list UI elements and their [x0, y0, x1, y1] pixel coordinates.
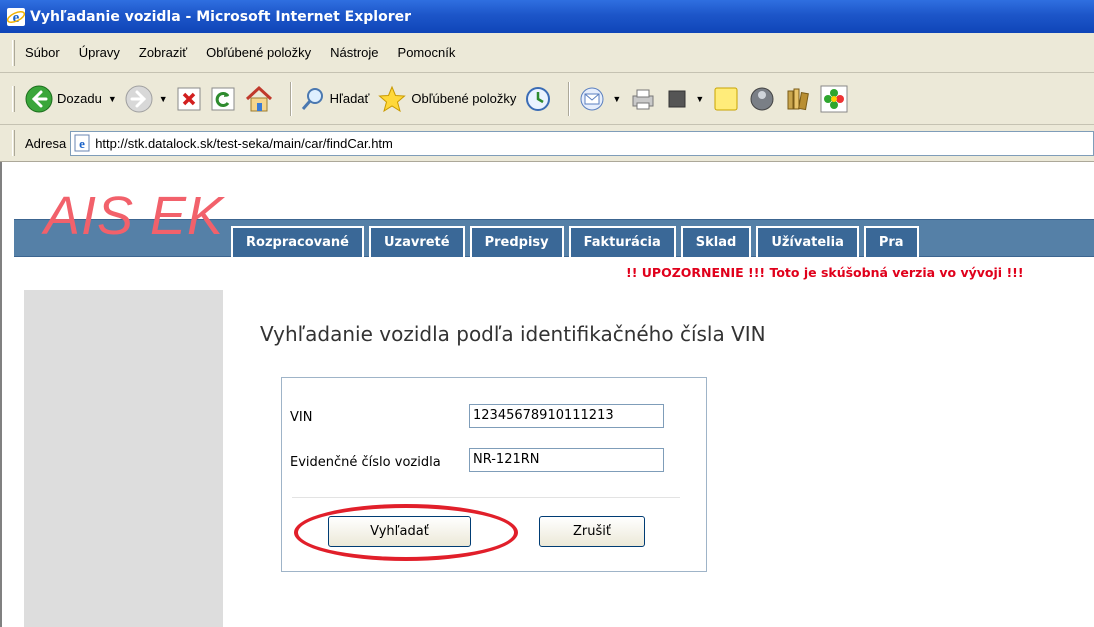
- messenger-button[interactable]: [748, 85, 776, 113]
- chevron-down-icon[interactable]: ▼: [695, 94, 704, 104]
- home-icon: [245, 85, 272, 111]
- toolbar-grip[interactable]: [12, 39, 15, 66]
- forward-arrow-icon: [125, 85, 153, 112]
- nav-sklad[interactable]: Sklad: [680, 226, 752, 257]
- document-icon: [668, 90, 686, 107]
- page-icon: e: [74, 134, 90, 152]
- toolbar-separator: [568, 81, 571, 116]
- window-titlebar: e Vyhľadanie vozidla - Microsoft Interne…: [0, 0, 1094, 33]
- toolbar-grip[interactable]: [12, 85, 15, 112]
- back-button[interactable]: Dozadu ▼: [25, 85, 117, 113]
- back-label: Dozadu: [57, 91, 102, 106]
- search-label: Hľadať: [329, 91, 370, 106]
- menu-help[interactable]: Pomocník: [398, 45, 456, 60]
- note-icon: [714, 87, 738, 110]
- app-logo: AIS EK: [44, 186, 225, 246]
- search-icon: [301, 87, 323, 110]
- menu-bar: Súbor Úpravy Zobraziť Obľúbené položky N…: [0, 33, 1094, 73]
- window-title: Vyhľadanie vozidla - Microsoft Internet …: [30, 8, 412, 25]
- chevron-down-icon[interactable]: ▼: [159, 94, 168, 104]
- menu-file[interactable]: Súbor: [25, 45, 60, 60]
- search-button[interactable]: Hľadať: [300, 86, 370, 112]
- nav-fakturacia[interactable]: Fakturácia: [568, 226, 676, 257]
- flower-icon: [820, 85, 848, 112]
- nav-uzivatelia[interactable]: Užívatelia: [756, 226, 859, 257]
- messenger-icon: [750, 87, 774, 110]
- vin-label: VIN: [290, 410, 313, 425]
- ecv-input[interactable]: NR-121RN: [469, 448, 664, 472]
- icq-button[interactable]: [820, 85, 848, 113]
- chevron-down-icon[interactable]: ▼: [612, 94, 621, 104]
- history-icon: [526, 86, 551, 111]
- address-url: http://stk.datalock.sk/test-seka/main/ca…: [95, 135, 393, 151]
- stop-icon: [177, 87, 201, 110]
- history-button[interactable]: [524, 85, 552, 113]
- star-icon: [378, 85, 407, 112]
- mail-icon: [580, 87, 604, 110]
- back-arrow-icon: [25, 85, 53, 112]
- printer-icon: [632, 89, 654, 109]
- address-input[interactable]: e http://stk.datalock.sk/test-seka/main/…: [70, 130, 1094, 156]
- ie-icon: e: [6, 7, 26, 26]
- nav-rozpracovane[interactable]: Rozpracované: [231, 226, 364, 257]
- address-bar: Adresa e http://stk.datalock.sk/test-sek…: [0, 125, 1094, 162]
- refresh-button[interactable]: [210, 86, 236, 112]
- edit-button[interactable]: ▼: [665, 86, 704, 112]
- favorites-button[interactable]: Obľúbené položky: [377, 85, 516, 113]
- toolbar-separator: [289, 81, 292, 116]
- menu-edit[interactable]: Úpravy: [79, 45, 120, 60]
- nav-uzavrete[interactable]: Uzavreté: [368, 226, 465, 257]
- favorites-label: Obľúbené položky: [411, 91, 517, 106]
- books-icon: [787, 88, 810, 110]
- left-sidebar: [24, 290, 223, 627]
- form-divider: [292, 497, 680, 498]
- main-navigation: Rozpracované Uzavreté Predpisy Fakturáci…: [231, 226, 924, 257]
- chevron-down-icon[interactable]: ▼: [108, 94, 117, 104]
- toolbar-grip[interactable]: [12, 130, 15, 156]
- forward-button[interactable]: ▼: [125, 85, 168, 113]
- page-viewport: AIS EK Rozpracované Uzavreté Predpisy Fa…: [0, 162, 1094, 627]
- menu-view[interactable]: Zobraziť: [139, 45, 187, 60]
- home-button[interactable]: [244, 85, 274, 113]
- nav-pra[interactable]: Pra: [863, 226, 919, 257]
- research-button[interactable]: [784, 85, 812, 113]
- stop-button[interactable]: [176, 86, 202, 112]
- discuss-button[interactable]: [712, 85, 740, 113]
- address-label: Adresa: [25, 135, 67, 151]
- menu-favorites[interactable]: Obľúbené položky: [206, 45, 311, 60]
- svg-text:e: e: [79, 136, 85, 151]
- cancel-button[interactable]: Zrušiť: [539, 516, 645, 547]
- mail-button[interactable]: ▼: [578, 86, 621, 112]
- print-button[interactable]: [629, 86, 657, 112]
- refresh-icon: [211, 87, 235, 110]
- vin-input[interactable]: 12345678910111213: [469, 404, 664, 428]
- ecv-label: Evidenčné číslo vozidla: [290, 455, 441, 470]
- menu-tools[interactable]: Nástroje: [330, 45, 378, 60]
- search-submit-button[interactable]: Vyhľadať: [328, 516, 471, 547]
- standard-toolbar: Dozadu ▼ ▼ Hľadať Obľúbené položky ▼ ▼: [0, 73, 1094, 125]
- page-title: Vyhľadanie vozidla podľa identifikačného…: [260, 322, 766, 346]
- nav-predpisy[interactable]: Predpisy: [469, 226, 564, 257]
- search-form: VIN 12345678910111213 Evidenčné číslo vo…: [281, 377, 707, 572]
- warning-message: !! UPOZORNENIE !!! Toto je skúšobná verz…: [626, 265, 1024, 280]
